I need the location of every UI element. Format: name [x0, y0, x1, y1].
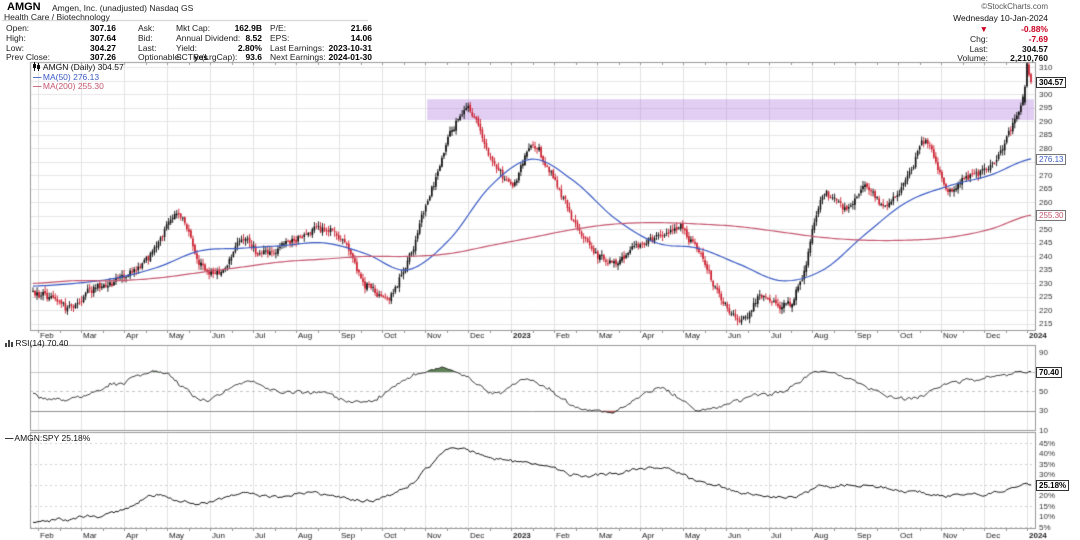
ma50-callout: 276.13 [1036, 154, 1067, 165]
quote-value: 2023-10-31 [328, 42, 372, 53]
rsi-callout: 70.40 [1036, 367, 1063, 378]
percent-change-row: ▼ -0.88% [930, 24, 1048, 34]
ratio-line-swatch: — [5, 433, 13, 443]
main-chart-legend: AMGN (Daily) 304.57 [33, 62, 124, 72]
quote-value: 21.66 [350, 23, 372, 33]
quote-label: P/E: [270, 23, 287, 33]
quote-value: 307.64 [90, 32, 116, 43]
quote-value: 14.06 [350, 32, 372, 43]
chg-value: -7.69 [1028, 34, 1048, 44]
quote-value: 307.26 [90, 52, 116, 63]
main-chart-title: AMGN (Daily) 304.57 [42, 62, 124, 72]
volume-value: 2,210,760 [1010, 53, 1048, 63]
down-arrow-icon: ▼ [979, 24, 988, 34]
percent-change-value: -0.88% [1021, 24, 1048, 34]
stockcharts-chart-page: AMGN Amgen, Inc. (unadjusted) Nasdaq GS … [0, 0, 1080, 540]
quote-value: 307.16 [90, 23, 116, 33]
quote-value: 2.80% [237, 42, 262, 53]
stockcharts-watermark: ©StockCharts.com [981, 2, 1048, 11]
last-price-callout: 304.57 [1036, 77, 1067, 88]
ma200-callout: 255.30 [1036, 210, 1067, 221]
quote-value: 8.52 [245, 32, 262, 43]
ma200-line-swatch: — [33, 80, 41, 91]
ratio-legend-text: AMGN:SPY 25.18% [14, 433, 91, 443]
chg-label: Chg: [970, 34, 988, 44]
quote-label: Ask: [138, 23, 155, 33]
indicator-icon [5, 340, 13, 347]
quote-value: 304.27 [90, 42, 116, 53]
volume-row: Volume: 2,210,760 [930, 53, 1048, 63]
quote-label: Bid: [138, 32, 153, 43]
last-label: Last: [969, 43, 988, 54]
quote-label: Low: [6, 42, 24, 53]
rsi-legend-text: RSI(14) 70.40 [15, 338, 69, 348]
change-row: Chg: -7.69 [930, 34, 1048, 44]
sector-industry: Health Care / Biotechnology [4, 11, 110, 22]
quote-label: Last: [138, 42, 157, 53]
quote-label: EPS: [270, 32, 290, 43]
last-value: 304.57 [1022, 43, 1048, 54]
ratio-legend: — AMGN:SPY 25.18% [5, 433, 90, 443]
rsi-legend: RSI(14) 70.40 [5, 338, 68, 348]
quote-label: Open: [6, 23, 30, 33]
ma200-legend: — MA(200) 255.30 [33, 81, 104, 91]
quote-label: High: [6, 32, 26, 43]
last-row: Last: 304.57 [930, 44, 1048, 54]
price-chart-canvas [0, 0, 1080, 540]
quote-value: 162.9B [234, 23, 262, 33]
quote-date: Wednesday 10-Jan-2024 [953, 13, 1048, 23]
ma200-legend-text: MA(200) 255.30 [42, 80, 104, 91]
quote-value: 2024-01-30 [328, 52, 372, 63]
candlestick-icon [33, 62, 40, 71]
volume-label: Volume: [957, 53, 988, 63]
ratio-callout: 25.18% [1036, 480, 1070, 491]
quote-value: 93.6 [245, 52, 262, 63]
